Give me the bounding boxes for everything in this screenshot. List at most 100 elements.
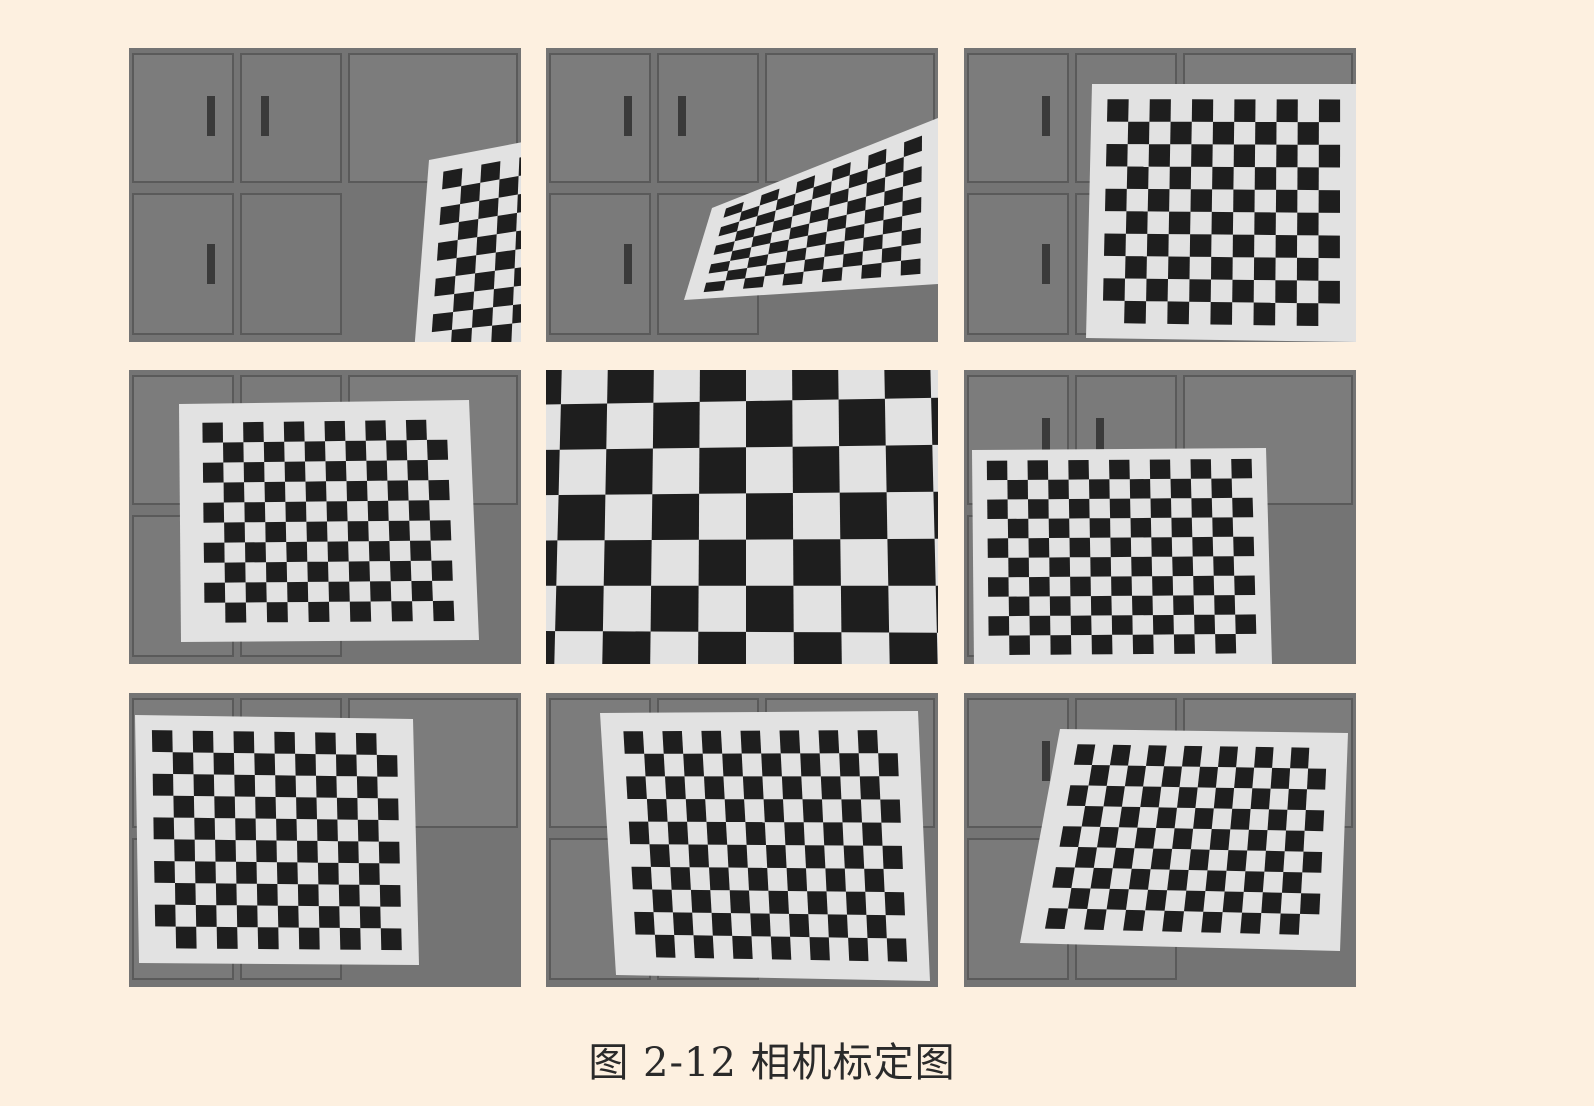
checker-square: [493, 286, 514, 308]
checker-square: [214, 796, 236, 819]
checker-square: [652, 889, 673, 913]
checker-square: [410, 540, 432, 561]
checker-square: [1250, 788, 1271, 810]
checker-square: [324, 420, 346, 442]
checker-square: [173, 795, 195, 818]
checker-square: [298, 927, 320, 950]
checker-square: [1028, 499, 1049, 519]
checker-square: [1318, 99, 1341, 123]
checker-square: [623, 731, 645, 754]
checker-square: [307, 561, 329, 582]
checker-square: [709, 867, 730, 891]
checker-square: [175, 926, 197, 949]
checker-square: [1088, 765, 1110, 786]
checker-square: [1109, 744, 1131, 766]
checker-square: [328, 581, 350, 602]
checker-square: [215, 839, 236, 862]
checker-square: [356, 776, 378, 799]
checker-square: [513, 267, 521, 287]
checker-square: [1282, 872, 1303, 894]
checker-square: [683, 753, 704, 777]
checker-square: [792, 446, 840, 493]
checker-square: [274, 731, 296, 754]
checker-square: [172, 752, 194, 775]
checker-square: [408, 500, 430, 521]
checker-square: [453, 291, 475, 312]
checker-square: [1233, 144, 1256, 168]
checker-square: [889, 632, 938, 664]
checker-square: [800, 753, 821, 777]
checker-square: [287, 581, 309, 603]
checker-square: [390, 560, 412, 582]
checker-square: [886, 938, 908, 962]
checker-square: [878, 753, 899, 777]
checker-square: [1290, 747, 1310, 769]
checker-square: [1170, 478, 1192, 499]
checker-square: [699, 370, 746, 402]
checker-square: [1146, 278, 1168, 302]
checker-square: [988, 616, 1010, 636]
checker-square: [496, 212, 517, 235]
checker-square: [357, 819, 379, 842]
checker-square: [255, 796, 277, 819]
checker-square: [376, 754, 398, 777]
checker-square: [1097, 826, 1119, 848]
checker-square: [1177, 787, 1198, 808]
checker-square: [1173, 595, 1195, 615]
checker-square: [257, 927, 279, 950]
checker-square: [823, 822, 844, 846]
checker-square: [266, 562, 288, 583]
checker-square: [277, 905, 299, 928]
checker-square: [451, 327, 472, 342]
checker-square: [1172, 556, 1194, 577]
checker-square: [779, 730, 801, 754]
calibration-photo-svg: [546, 370, 938, 664]
checker-square: [1009, 635, 1030, 655]
checker-square: [1147, 189, 1170, 212]
checker-square: [1318, 280, 1340, 304]
checker-square: [1008, 596, 1030, 617]
checker-square: [1128, 868, 1151, 890]
checker-square: [1068, 888, 1091, 909]
checker-square: [339, 927, 361, 950]
checker-square: [1127, 121, 1150, 145]
checker-square: [460, 182, 481, 205]
checker-square: [866, 914, 887, 939]
checker-square: [884, 892, 905, 916]
checker-square: [326, 501, 348, 522]
checker-square: [1210, 302, 1233, 325]
checker-square: [1104, 233, 1126, 257]
checker-square: [286, 541, 308, 562]
checker-square: [264, 481, 286, 503]
checker-square: [213, 752, 235, 775]
checker-square: [1212, 121, 1235, 145]
checker-square: [722, 753, 743, 777]
calibration-photo-7: [129, 693, 521, 987]
checker-square: [665, 776, 686, 800]
checker-square: [1232, 234, 1255, 258]
checker-square: [602, 631, 651, 664]
checker-square: [1029, 615, 1051, 636]
checker-square: [555, 585, 604, 632]
checker-square: [512, 304, 521, 324]
checker-square: [1226, 850, 1248, 872]
checker-square: [1197, 766, 1218, 788]
checker-square: [1027, 460, 1049, 480]
checker-square: [605, 448, 653, 495]
checker-square: [546, 449, 560, 496]
checker-square: [1188, 849, 1210, 871]
checker-square: [1213, 787, 1235, 809]
checker-square: [1304, 810, 1325, 832]
checker-square: [1169, 166, 1192, 190]
checker-square: [426, 439, 449, 460]
checker-square: [1232, 497, 1254, 518]
checker-square: [202, 462, 224, 483]
checker-square: [1107, 99, 1129, 122]
checker-square: [491, 323, 513, 342]
checker-square: [646, 799, 668, 822]
checker-square: [1191, 144, 1213, 167]
checker-square: [1131, 556, 1153, 577]
calibration-photo-svg: [546, 48, 938, 342]
calibration-photo-8: [546, 693, 938, 987]
checker-square: [881, 245, 902, 263]
